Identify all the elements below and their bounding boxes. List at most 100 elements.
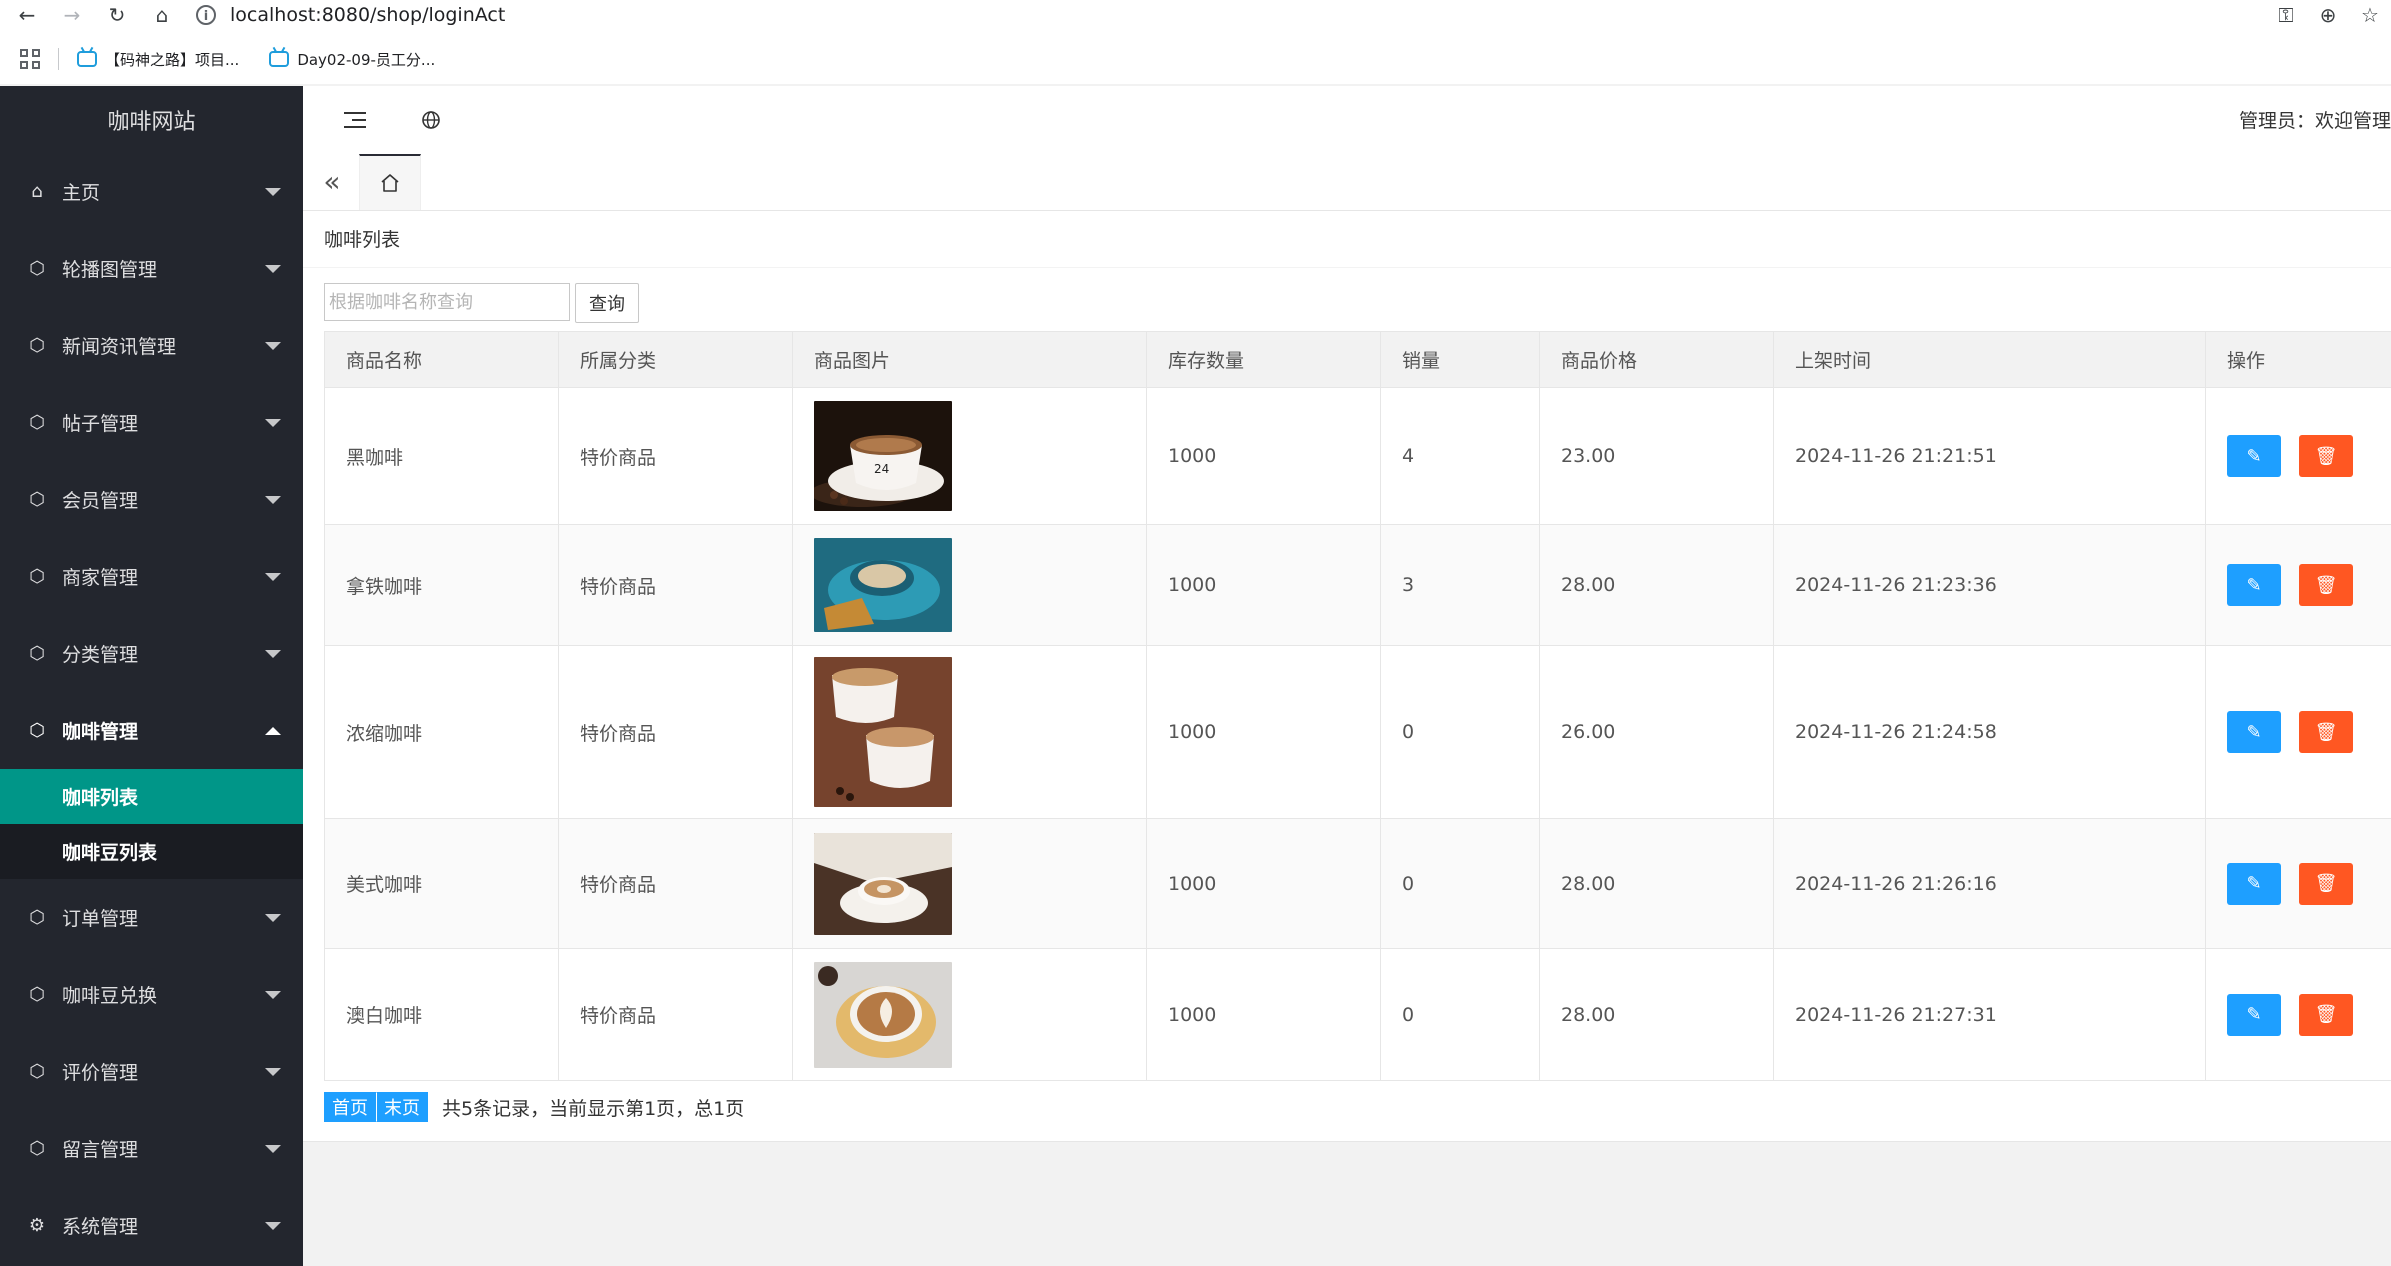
home-icon[interactable]: ⌂ <box>145 0 179 30</box>
cube-icon: ⬡ <box>29 720 45 741</box>
cell-sales: 0 <box>1380 818 1540 949</box>
key-icon[interactable]: ⚿ <box>2265 3 2307 27</box>
cell-image <box>792 948 1147 1081</box>
sidebar-item-coffee[interactable]: ⬡ 咖啡管理 <box>0 692 303 769</box>
cube-icon: ⬡ <box>29 335 45 356</box>
sidebar-item-bean-exchange[interactable]: ⬡ 咖啡豆兑换 <box>0 956 303 1033</box>
site-brand: 咖啡网站 <box>107 109 196 135</box>
delete-button[interactable]: 🗑 <box>2299 993 2353 1036</box>
cell-time: 2024-11-26 21:27:31 <box>1773 948 2206 1081</box>
coffee-image <box>814 832 952 935</box>
cell-actions: ✎ 🗑 <box>2205 524 2391 646</box>
reload-icon[interactable]: ↻ <box>100 0 134 30</box>
cell-name: 浓缩咖啡 <box>324 645 559 819</box>
zoom-icon[interactable]: ⊕ <box>2307 3 2349 27</box>
cell-time: 2024-11-26 21:26:16 <box>1773 818 2206 949</box>
gear-icon: ⚙ <box>28 1215 46 1236</box>
admin-welcome[interactable]: 管理员：欢迎管理 <box>2239 106 2391 133</box>
cell-price: 28.00 <box>1539 524 1774 646</box>
sidebar-item-home[interactable]: ⌂ 主页 <box>0 153 303 230</box>
sidebar-item-messages[interactable]: ⬡ 留言管理 <box>0 1110 303 1187</box>
sidebar-item-posts[interactable]: ⬡ 帖子管理 <box>0 384 303 461</box>
sidebar-item-orders[interactable]: ⬡ 订单管理 <box>0 879 303 956</box>
cell-actions: ✎ 🗑 <box>2205 645 2391 819</box>
sidebar-item-system[interactable]: ⚙ 系统管理 <box>0 1187 303 1264</box>
bookmark-label: Day02-09-员工分... <box>297 50 436 69</box>
edit-button[interactable]: ✎ <box>2227 993 2281 1036</box>
url-text: localhost:8080/shop/loginAct <box>230 4 506 26</box>
page-title: 咖啡列表 <box>324 229 401 251</box>
content-card: 咖啡列表 查询 商品名称 所属分类 商品图片 库存数量 销量 商品价格 上架时间… <box>303 211 2391 1142</box>
sidebar-item-reviews[interactable]: ⬡ 评价管理 <box>0 1033 303 1110</box>
bookmark-item[interactable]: 【码神之路】项目... <box>77 49 239 70</box>
cube-icon: ⬡ <box>29 643 45 664</box>
sidebar-item-merchants[interactable]: ⬡ 商家管理 <box>0 538 303 615</box>
first-page-button[interactable]: 首页 <box>324 1092 376 1122</box>
forward-arrow-icon[interactable]: → <box>55 0 89 30</box>
sidebar-item-members[interactable]: ⬡ 会员管理 <box>0 461 303 538</box>
cell-stock: 1000 <box>1146 524 1381 646</box>
bookmark-separator <box>58 48 59 70</box>
delete-button[interactable]: 🗑 <box>2299 862 2353 905</box>
caret-down-icon <box>265 913 281 922</box>
column-header: 操作 <box>2205 331 2391 388</box>
sidebar-item-label: 轮播图管理 <box>62 259 158 281</box>
edit-button[interactable]: ✎ <box>2227 564 2281 606</box>
cell-image <box>792 524 1147 646</box>
cube-icon: ⬡ <box>29 984 45 1005</box>
column-header: 销量 <box>1380 331 1540 388</box>
caret-down-icon <box>265 1067 281 1076</box>
last-page-button[interactable]: 末页 <box>376 1092 428 1122</box>
sidebar-subitem-coffee-list[interactable]: 咖啡列表 <box>0 769 303 824</box>
caret-down-icon <box>265 649 281 658</box>
apps-icon[interactable] <box>20 49 40 69</box>
caret-down-icon <box>265 1221 281 1230</box>
bookmark-star-icon[interactable]: ☆ <box>2349 3 2391 27</box>
browser-toolbar: ← → ↻ ⌂ i localhost:8080/shop/loginAct ⚿… <box>0 0 2391 35</box>
double-chevron-left-icon[interactable]: « <box>317 165 347 198</box>
search-button[interactable]: 查询 <box>575 283 639 323</box>
sidebar: 咖啡网站 ⌂ 主页 ⬡ 轮播图管理 ⬡ 新闻资讯管理 ⬡ 帖子管理 ⬡ 会员管理… <box>0 86 303 1266</box>
cube-icon: ⬡ <box>29 1061 45 1082</box>
bookmark-item[interactable]: Day02-09-员工分... <box>269 49 435 70</box>
coffee-image: 24 <box>814 401 952 511</box>
sidebar-item-carousel[interactable]: ⬡ 轮播图管理 <box>0 230 303 307</box>
address-bar[interactable]: i localhost:8080/shop/loginAct <box>196 0 2276 30</box>
cell-name: 拿铁咖啡 <box>324 524 559 646</box>
back-arrow-icon[interactable]: ← <box>10 0 44 30</box>
edit-button[interactable]: ✎ <box>2227 711 2281 753</box>
table-row: 美式咖啡 特价商品 1000 0 28.00 2024-11-26 21:26:… <box>324 818 2391 949</box>
cell-name: 美式咖啡 <box>324 818 559 949</box>
sidebar-item-label: 帖子管理 <box>62 413 139 435</box>
tab-home[interactable] <box>359 154 421 210</box>
edit-button[interactable]: ✎ <box>2227 435 2281 477</box>
cube-icon: ⬡ <box>29 907 45 928</box>
sidebar-item-news[interactable]: ⬡ 新闻资讯管理 <box>0 307 303 384</box>
sidebar-item-label: 分类管理 <box>62 644 139 666</box>
edit-button[interactable]: ✎ <box>2227 862 2281 905</box>
globe-icon[interactable] <box>415 104 447 136</box>
cell-stock: 1000 <box>1146 387 1381 525</box>
cell-price: 23.00 <box>1539 387 1774 525</box>
cube-icon: ⬡ <box>29 566 45 587</box>
table-row: 浓缩咖啡 特价商品 1000 0 26.00 2024-11-26 21:24:… <box>324 645 2391 819</box>
table-header-row: 商品名称 所属分类 商品图片 库存数量 销量 商品价格 上架时间 操作 <box>324 331 2391 388</box>
site-info-icon[interactable]: i <box>196 5 216 25</box>
delete-button[interactable]: 🗑 <box>2299 435 2353 477</box>
cell-actions: ✎ 🗑 <box>2205 948 2391 1081</box>
cell-time: 2024-11-26 21:21:51 <box>1773 387 2206 525</box>
delete-button[interactable]: 🗑 <box>2299 564 2353 606</box>
sidebar-subitem-bean-list[interactable]: 咖啡豆列表 <box>0 824 303 879</box>
menu-collapse-icon[interactable] <box>339 104 371 136</box>
caret-up-icon <box>265 726 281 735</box>
pagination: 首页 末页 共5条记录，当前显示第1页，总1页 <box>324 1092 744 1122</box>
search-input[interactable] <box>324 283 570 321</box>
sidebar-item-categories[interactable]: ⬡ 分类管理 <box>0 615 303 692</box>
table-row: 黑咖啡 特价商品 24 1000 4 23.00 2024-11-26 21:2… <box>324 387 2391 525</box>
delete-button[interactable]: 🗑 <box>2299 711 2353 753</box>
sidebar-item-label: 留言管理 <box>62 1139 139 1161</box>
sidebar-item-label: 系统管理 <box>62 1216 139 1238</box>
home-icon: ⌂ <box>31 181 43 202</box>
caret-down-icon <box>265 341 281 350</box>
coffee-image <box>814 538 952 632</box>
